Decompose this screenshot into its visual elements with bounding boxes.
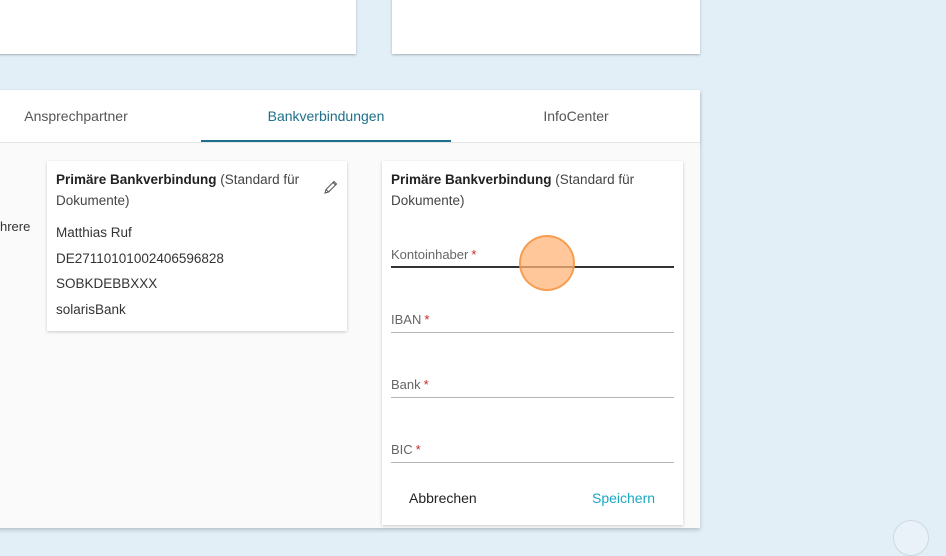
bank-form-card: Primäre Bankverbindung (Standard für Dok… — [382, 161, 683, 525]
field-underline — [391, 332, 674, 333]
corner-fragment — [893, 520, 929, 556]
required-marker: * — [471, 247, 477, 262]
bic-field[interactable]: BIC * — [391, 427, 674, 463]
iban-value: DE27110101002406596828 — [56, 250, 224, 266]
bank-label-text: Bank — [391, 377, 421, 392]
bic-label: BIC * — [391, 442, 421, 457]
tab-ansprechpartner[interactable]: Ansprechpartner — [0, 90, 156, 142]
required-marker: * — [415, 442, 421, 457]
bank-value: solarisBank — [56, 301, 126, 317]
save-button[interactable]: Speichern — [592, 483, 655, 513]
account-holder-label: Kontoinhaber * — [391, 247, 476, 262]
top-right-card — [392, 0, 700, 54]
required-marker: * — [424, 312, 430, 327]
pencil-icon[interactable] — [323, 179, 339, 195]
bank-card-heading-bold: Primäre Bankverbindung — [56, 172, 217, 187]
tab-bar: Ansprechpartner Bankverbindungen InfoCen… — [0, 90, 700, 143]
account-holder-label-text: Kontoinhaber — [391, 247, 469, 262]
required-marker: * — [423, 377, 429, 392]
bank-info: Matthias Ruf DE27110101002406596828 SOBK… — [56, 220, 224, 322]
truncated-text: hrere — [0, 219, 31, 234]
tab-infocenter[interactable]: InfoCenter — [451, 90, 701, 142]
form-card-heading-bold: Primäre Bankverbindung — [391, 172, 552, 187]
account-holder-value: Matthias Ruf — [56, 225, 132, 240]
field-underline — [391, 397, 674, 398]
form-card-heading: Primäre Bankverbindung (Standard für Dok… — [391, 169, 651, 211]
tab-bankverbindungen[interactable]: Bankverbindungen — [201, 90, 451, 142]
bank-field[interactable]: Bank * — [391, 362, 674, 398]
iban-label: IBAN * — [391, 312, 429, 327]
iban-field[interactable]: IBAN * — [391, 297, 674, 333]
active-tab-indicator — [201, 140, 451, 142]
bank-card-heading: Primäre Bankverbindung (Standard für Dok… — [56, 169, 311, 211]
click-indicator — [519, 235, 575, 291]
bic-value: SOBKDEBBXXX — [56, 276, 158, 291]
top-left-card — [0, 0, 356, 54]
bank-label: Bank * — [391, 377, 429, 392]
bic-label-text: BIC — [391, 442, 413, 457]
field-underline — [391, 462, 674, 463]
primary-bank-card: Primäre Bankverbindung (Standard für Dok… — [47, 161, 347, 331]
iban-label-text: IBAN — [391, 312, 422, 327]
cancel-button[interactable]: Abbrechen — [409, 483, 477, 513]
